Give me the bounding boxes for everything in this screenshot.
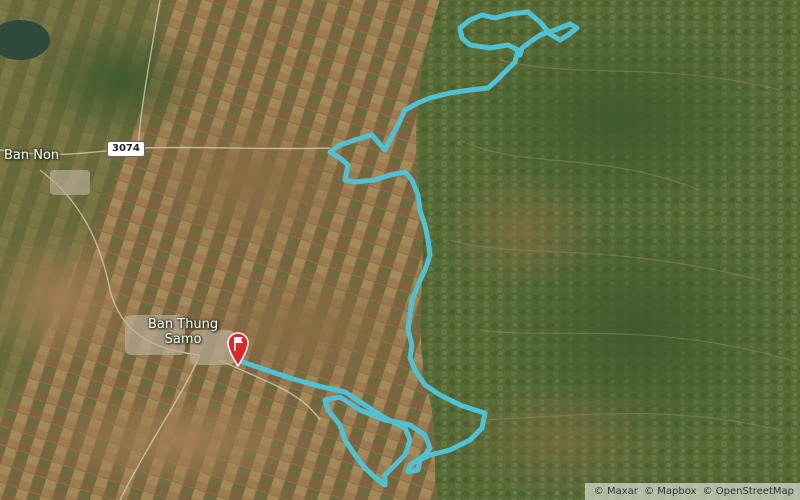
map-canvas[interactable]: Ban Non Ban Thung Samo 3074 © Maxar © Ma… xyxy=(0,0,800,500)
attribution-maxar-link[interactable]: © Maxar xyxy=(594,486,638,497)
flag-marker-icon[interactable] xyxy=(226,331,250,367)
satellite-imagery xyxy=(0,0,800,500)
attribution-mapbox-link[interactable]: © Mapbox xyxy=(644,486,696,497)
place-label-ban-non: Ban Non xyxy=(4,148,60,163)
place-label-ban-thung-samo: Ban Thung Samo xyxy=(148,317,219,347)
road-shield: 3074 xyxy=(107,141,145,157)
attribution-osm-link[interactable]: © OpenStreetMap xyxy=(703,486,794,497)
map-attribution: © Maxar © Mapbox © OpenStreetMap xyxy=(584,483,800,500)
